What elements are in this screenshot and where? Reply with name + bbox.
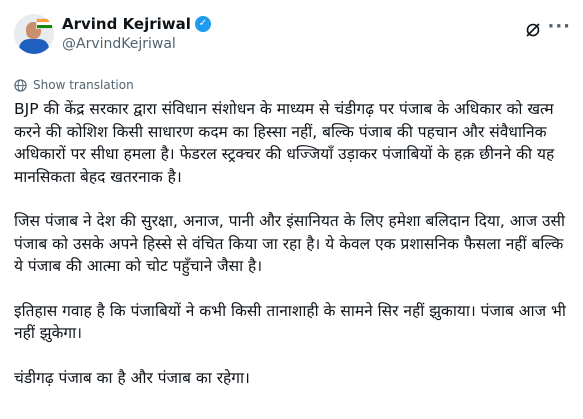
author-name-row: Arvind Kejriwal ✓ <box>62 15 211 33</box>
verified-badge-icon[interactable]: ✓ <box>194 16 211 32</box>
grok-icon[interactable] <box>525 22 541 38</box>
avatar-scarf <box>19 39 49 54</box>
author-handle[interactable]: @ArvindKejriwal <box>62 36 176 52</box>
show-translation-link[interactable]: Show translation <box>14 78 134 92</box>
tweet-paragraph: चंडीगढ़ पंजाब का है और पंजाब का रहेगा। <box>14 368 250 387</box>
avatar[interactable] <box>14 14 54 54</box>
globe-icon <box>14 78 27 92</box>
show-translation-label: Show translation <box>33 78 134 92</box>
flag-icon <box>36 18 53 29</box>
tweet-body: BJP की केंद्र सरकार द्वारा संविधान संशोध… <box>14 98 574 389</box>
tweet-paragraph: जिस पंजाब ने देश की सुरक्षा, अनाज, पानी … <box>14 212 566 275</box>
more-options-icon[interactable]: ··· <box>547 16 571 37</box>
tweet-paragraph: BJP की केंद्र सरकार द्वारा संविधान संशोध… <box>14 100 555 186</box>
author-display-name[interactable]: Arvind Kejriwal <box>62 15 191 33</box>
tweet-paragraph: इतिहास गवाह है कि पंजाबियों ने कभी किसी … <box>14 301 566 343</box>
